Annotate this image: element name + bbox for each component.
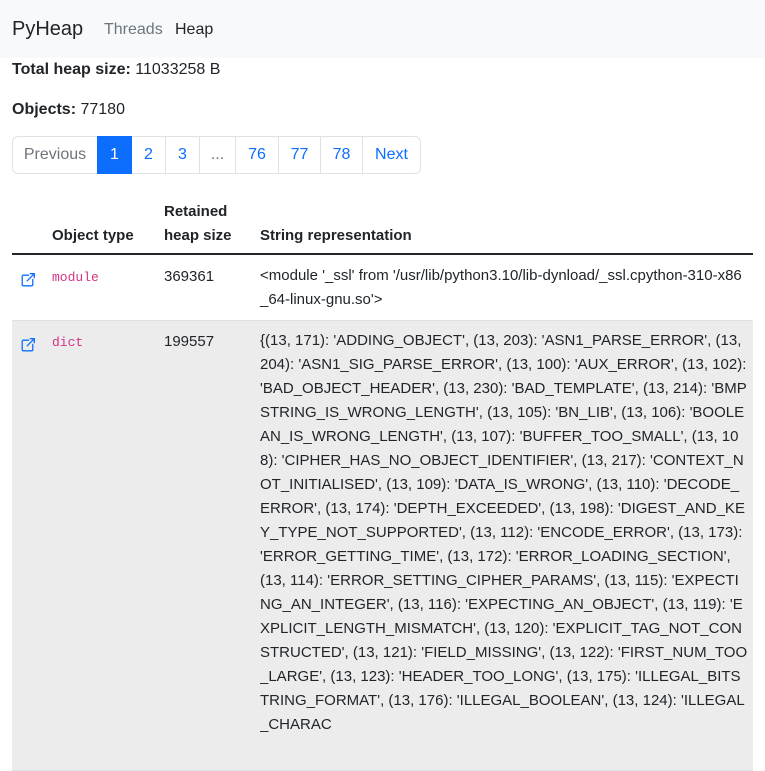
string-representation: {(13, 171): 'ADDING_OBJECT', (13, 203): …	[260, 332, 748, 733]
table-header: Object type Retained heap size String re…	[12, 196, 753, 255]
page-77-button[interactable]: 77	[278, 136, 321, 174]
navbar: PyHeap Threads Heap	[0, 0, 765, 58]
header-retained-heap-size-line2: heap size	[164, 227, 232, 244]
page-1-button[interactable]: 1	[97, 136, 132, 174]
external-link-icon[interactable]	[20, 272, 36, 288]
retained-heap-size: 369361	[164, 268, 215, 285]
pagination: Previous 1 2 3 ... 76 77 78 Next	[12, 136, 421, 174]
page-previous-button[interactable]: Previous	[12, 136, 98, 174]
page-78-button[interactable]: 78	[320, 136, 363, 174]
string-representation: <module '_ssl' from '/usr/lib/python3.10…	[260, 267, 742, 308]
objects-count-value: 77180	[80, 101, 125, 118]
page-ellipsis: ...	[199, 136, 236, 174]
retained-heap-size: 199557	[164, 333, 215, 350]
objects-count: Objects: 77180	[12, 100, 125, 120]
nav-link-heap[interactable]: Heap	[175, 20, 213, 40]
table-row: module 369361 <module '_ssl' from '/usr/…	[12, 255, 753, 321]
object-type: dict	[52, 335, 84, 350]
header-retained-heap-size: Retained heap size	[164, 200, 254, 248]
nav-link-threads[interactable]: Threads	[104, 20, 163, 40]
brand-logo-text[interactable]: PyHeap	[12, 17, 83, 41]
header-object-type: Object type	[52, 227, 134, 244]
heap-objects-table: Object type Retained heap size String re…	[12, 196, 753, 771]
header-retained-heap-size-line1: Retained	[164, 203, 228, 220]
page-next-button[interactable]: Next	[362, 136, 421, 174]
total-heap-size-label: Total heap size:	[12, 61, 131, 78]
total-heap-size: Total heap size: 11033258 B	[12, 60, 220, 80]
page-2-button[interactable]: 2	[131, 136, 166, 174]
total-heap-size-value: 11033258 B	[135, 61, 221, 78]
external-link-icon[interactable]	[20, 337, 36, 353]
objects-count-label: Objects:	[12, 101, 77, 118]
page-3-button[interactable]: 3	[165, 136, 200, 174]
object-type: module	[52, 270, 99, 285]
header-string-representation: String representation	[260, 227, 412, 244]
page-76-button[interactable]: 76	[235, 136, 279, 174]
table-row: dict 199557 {(13, 171): 'ADDING_OBJECT',…	[12, 321, 753, 771]
